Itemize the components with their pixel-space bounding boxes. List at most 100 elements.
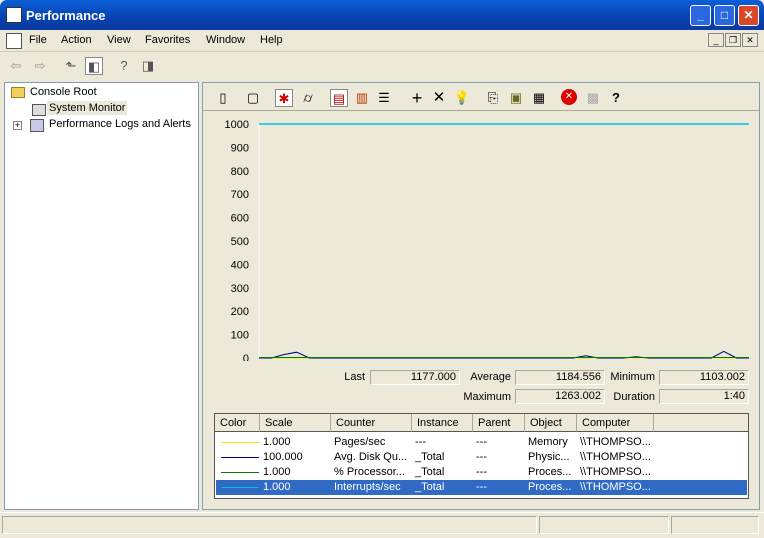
tree-performance-logs-alerts[interactable]: Performance Logs and Alerts (49, 118, 191, 130)
y-tick-label: 700 (231, 189, 249, 201)
help-icon[interactable]: ? (115, 57, 133, 75)
cell-scale: 1.000 (263, 481, 291, 493)
folder-icon (11, 87, 25, 98)
menu-favorites[interactable]: Favorites (145, 34, 190, 46)
cell-instance: _Total (415, 466, 445, 478)
line-chart: 0 100 200 300 400 500 600 700 800 900 1000 (225, 119, 749, 365)
help-icon[interactable]: ? (607, 89, 625, 107)
title-bar: Performance _ □ ✕ (0, 0, 764, 30)
column-header-counter[interactable]: Counter (331, 414, 412, 432)
y-tick-label: 500 (231, 236, 249, 248)
main-toolbar: ⇦ ⇨ ⬑ ◧ ? ◨ (0, 53, 764, 79)
y-tick-label: 0 (243, 353, 249, 361)
cell-object: Physic... (528, 451, 570, 463)
table-row[interactable]: 100.000 Avg. Disk Qu... _Total --- Physic...… (216, 450, 747, 465)
y-tick-label: 800 (231, 166, 249, 178)
y-tick-label: 400 (231, 259, 249, 271)
mdi-restore-button[interactable]: ❐ (725, 33, 741, 47)
column-header-blank (654, 414, 748, 432)
tree-console-root[interactable]: Console Root (30, 86, 97, 98)
show-hide-action-pane-icon[interactable]: ◨ (139, 57, 157, 75)
view-current-activity-icon[interactable]: ✱ (275, 89, 293, 107)
menu-window[interactable]: Window (206, 34, 245, 46)
minimize-button[interactable]: _ (690, 5, 711, 26)
cell-instance: --- (415, 436, 426, 448)
column-header-computer[interactable]: Computer (577, 414, 654, 432)
forward-icon[interactable]: ⇨ (31, 57, 49, 75)
view-graph-icon[interactable]: ▤ (330, 89, 348, 107)
properties-icon[interactable]: ▦ (530, 89, 548, 107)
last-label: Last (344, 371, 365, 383)
show-hide-tree-icon[interactable]: ◧ (85, 57, 103, 75)
cell-parent: --- (476, 451, 487, 463)
view-report-icon[interactable]: ☰ (375, 89, 393, 107)
column-header-instance[interactable]: Instance (412, 414, 473, 432)
cell-instance: _Total (415, 481, 445, 493)
status-bar (0, 512, 764, 536)
menu-action[interactable]: Action (61, 34, 92, 46)
view-histogram-icon[interactable]: ▥ (353, 89, 371, 107)
cell-counter: Interrupts/sec (334, 481, 401, 493)
cell-parent: --- (476, 481, 487, 493)
menu-help[interactable]: Help (260, 34, 283, 46)
menu-bar: File Action View Favorites Window Help _… (0, 30, 764, 52)
status-pane-main (2, 516, 537, 534)
up-one-level-icon[interactable]: ⬑ (62, 57, 80, 75)
cell-counter: Avg. Disk Qu... (334, 451, 408, 463)
cell-parent: --- (476, 466, 487, 478)
new-counter-set-icon[interactable]: ▯ (214, 89, 232, 107)
minimum-label: Minimum (610, 371, 655, 383)
paste-counter-list-icon[interactable]: ▣ (507, 89, 525, 107)
cell-counter: % Processor... (334, 466, 405, 478)
plot-area (259, 124, 749, 358)
tree-system-monitor[interactable]: System Monitor (47, 101, 128, 115)
color-swatch (221, 487, 259, 488)
view-log-data-icon[interactable]: ⌭ (299, 89, 317, 107)
y-tick-label: 900 (231, 142, 249, 154)
console-icon (6, 33, 22, 49)
menu-view[interactable]: View (107, 34, 131, 46)
cell-computer: \\THOMPSO... (580, 451, 651, 463)
duration-value: 1:40 (659, 389, 749, 404)
cell-instance: _Total (415, 451, 445, 463)
cell-counter: Pages/sec (334, 436, 386, 448)
y-tick-label: 1000 (225, 119, 249, 131)
system-monitor-toolbar: ▯ ▢ ✱ ⌭ ▤ ▥ ☰ + ✕ 💡 ⎘ ▣ ▦ ✕ ▩ ? (203, 83, 759, 111)
cell-computer: \\THOMPSO... (580, 436, 651, 448)
status-pane-3 (671, 516, 759, 534)
update-data-icon[interactable]: ▩ (584, 89, 602, 107)
clear-display-icon[interactable]: ▢ (244, 89, 262, 107)
table-row[interactable]: 1.000 Interrupts/sec _Total --- Proces... \\T… (215, 479, 748, 496)
column-header-object[interactable]: Object (525, 414, 577, 432)
average-value: 1184.556 (515, 370, 605, 385)
column-header-scale[interactable]: Scale (260, 414, 331, 432)
cell-scale: 100.000 (263, 451, 303, 463)
y-tick-label: 100 (231, 330, 249, 342)
menu-file[interactable]: File (29, 34, 47, 46)
mdi-minimize-button[interactable]: _ (708, 33, 724, 47)
mdi-close-button[interactable]: ✕ (742, 33, 758, 47)
highlight-icon[interactable]: 💡 (453, 89, 471, 107)
table-row[interactable]: 1.000 Pages/sec --- --- Memory \\THOMPSO... (216, 435, 747, 450)
table-row[interactable]: 1.000 % Processor... _Total --- Proces... \\T… (216, 465, 747, 480)
delete-counter-icon[interactable]: ✕ (430, 89, 448, 107)
y-tick-label: 200 (231, 306, 249, 318)
system-monitor-icon (32, 104, 46, 116)
add-counter-icon[interactable]: + (408, 89, 426, 107)
close-button[interactable]: ✕ (738, 5, 759, 26)
cell-object: Memory (528, 436, 568, 448)
y-tick-label: 600 (231, 213, 249, 225)
column-header-parent[interactable]: Parent (473, 414, 525, 432)
graph-area: 0 100 200 300 400 500 600 700 800 900 1000 (214, 111, 750, 365)
counter-legend-table: Color Scale Counter Instance Parent Obje… (214, 413, 749, 499)
copy-properties-icon[interactable]: ⎘ (484, 89, 502, 107)
expand-icon[interactable]: + (13, 121, 22, 130)
freeze-display-icon[interactable]: ✕ (561, 89, 577, 105)
maximum-label: Maximum (463, 391, 511, 403)
column-header-color[interactable]: Color (215, 414, 260, 432)
maximize-button[interactable]: □ (714, 5, 735, 26)
cell-computer: \\THOMPSO... (580, 481, 651, 493)
last-value: 1177.000 (370, 370, 460, 385)
cell-parent: --- (476, 436, 487, 448)
back-icon[interactable]: ⇦ (7, 57, 25, 75)
